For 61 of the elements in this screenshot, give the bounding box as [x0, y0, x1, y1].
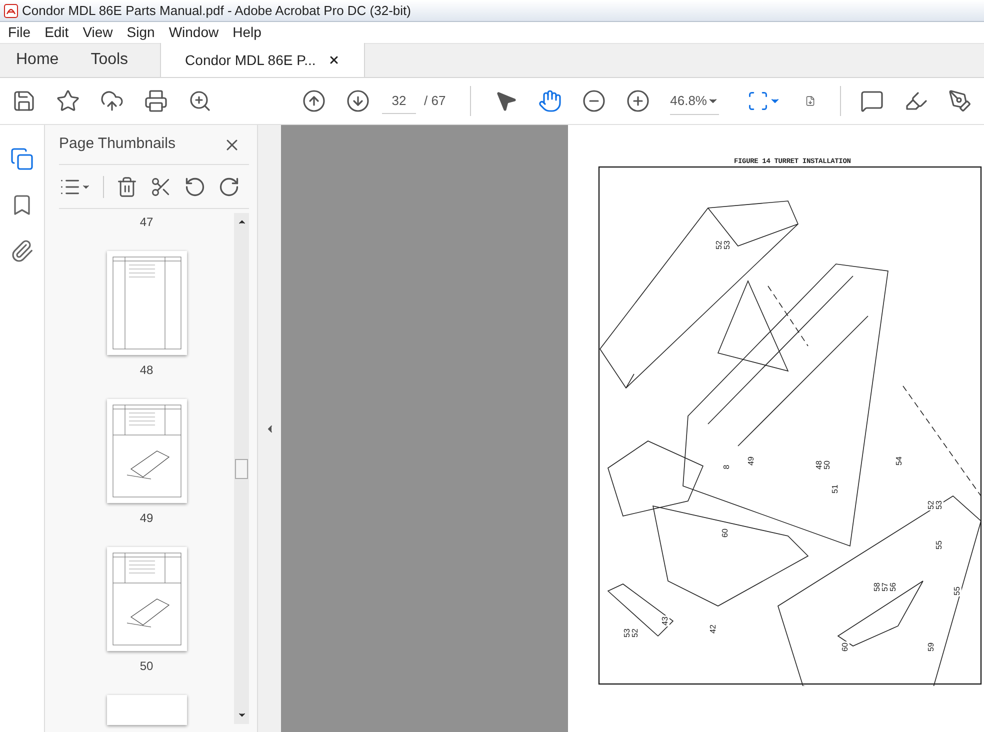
- callout-label: 59: [927, 642, 936, 652]
- pdf-app-icon: [4, 4, 18, 18]
- page-number: 48: [140, 362, 154, 379]
- callout-label: 55: [953, 586, 962, 596]
- pointer-icon[interactable]: [494, 89, 518, 113]
- fit-page-icon[interactable]: [747, 90, 769, 112]
- page-count: / 67: [424, 92, 446, 110]
- pages-icon[interactable]: [10, 147, 34, 171]
- pen-icon[interactable]: [948, 89, 972, 113]
- star-icon[interactable]: [56, 89, 80, 113]
- page-number: 49: [140, 510, 154, 527]
- paperclip-icon[interactable]: [10, 239, 34, 263]
- callout-label: 51: [831, 484, 840, 494]
- menu-item[interactable]: File: [8, 22, 31, 43]
- highlighter-icon[interactable]: [904, 89, 928, 113]
- callout-label: 8: [723, 464, 732, 470]
- next-page-icon[interactable]: [346, 89, 370, 113]
- callout-label: 60: [721, 528, 730, 538]
- cloud-upload-icon[interactable]: [100, 89, 124, 113]
- callout-label: 52 53: [927, 500, 944, 510]
- tab[interactable]: Condor MDL 86E P...: [160, 43, 365, 77]
- page-thumbnail[interactable]: [106, 251, 186, 355]
- callout-label: 55: [935, 540, 944, 550]
- previous-page-icon[interactable]: [302, 89, 326, 113]
- menu-item[interactable]: Help: [232, 22, 262, 43]
- callout-label: 43: [661, 616, 670, 626]
- close-icon[interactable]: [328, 54, 340, 66]
- tab[interactable]: Home: [0, 43, 75, 77]
- menu-item[interactable]: Sign: [126, 22, 155, 43]
- scroll-thumb[interactable]: [235, 458, 248, 478]
- tab[interactable]: Tools: [74, 43, 144, 77]
- rotate-left-icon[interactable]: [184, 176, 206, 198]
- save-icon[interactable]: [12, 89, 36, 113]
- page-number: 47: [140, 214, 154, 231]
- page-thumbnail[interactable]: [106, 547, 186, 651]
- menu-item[interactable]: View: [82, 22, 113, 43]
- menu-item[interactable]: Edit: [44, 22, 69, 43]
- trash-icon[interactable]: [116, 176, 138, 198]
- menu-item[interactable]: Window: [168, 22, 219, 43]
- page-number-field[interactable]: 32: [382, 88, 416, 114]
- callout-label: 60: [841, 642, 850, 652]
- hand-icon[interactable]: [538, 89, 562, 113]
- rotate-right-icon[interactable]: [218, 176, 240, 198]
- zoom-in-icon[interactable]: [626, 89, 650, 113]
- page-thumbnail[interactable]: [106, 399, 186, 503]
- callout-label: 58 57 56: [873, 582, 898, 592]
- callout-label: 42: [709, 624, 718, 634]
- panel-title: Page Thumbnails: [59, 134, 176, 154]
- callout-label: 49: [747, 456, 756, 466]
- page-number: 50: [140, 658, 154, 675]
- zoom-dropdown[interactable]: 46.8%: [670, 87, 719, 115]
- window-title: Condor MDL 86E Parts Manual.pdf - Adobe Acrobat Pro DC (32-bit): [22, 2, 411, 20]
- printer-icon[interactable]: [144, 89, 168, 113]
- comment-icon[interactable]: [860, 89, 884, 113]
- callout-label: 52 53: [715, 240, 732, 250]
- callout-label: 53 52: [623, 628, 640, 638]
- callout-label: 54: [895, 456, 904, 466]
- page-thumbnail[interactable]: [106, 695, 186, 725]
- zoom-out-icon[interactable]: [582, 89, 606, 113]
- search-icon[interactable]: [188, 89, 212, 113]
- callout-label: 48 50: [815, 460, 832, 470]
